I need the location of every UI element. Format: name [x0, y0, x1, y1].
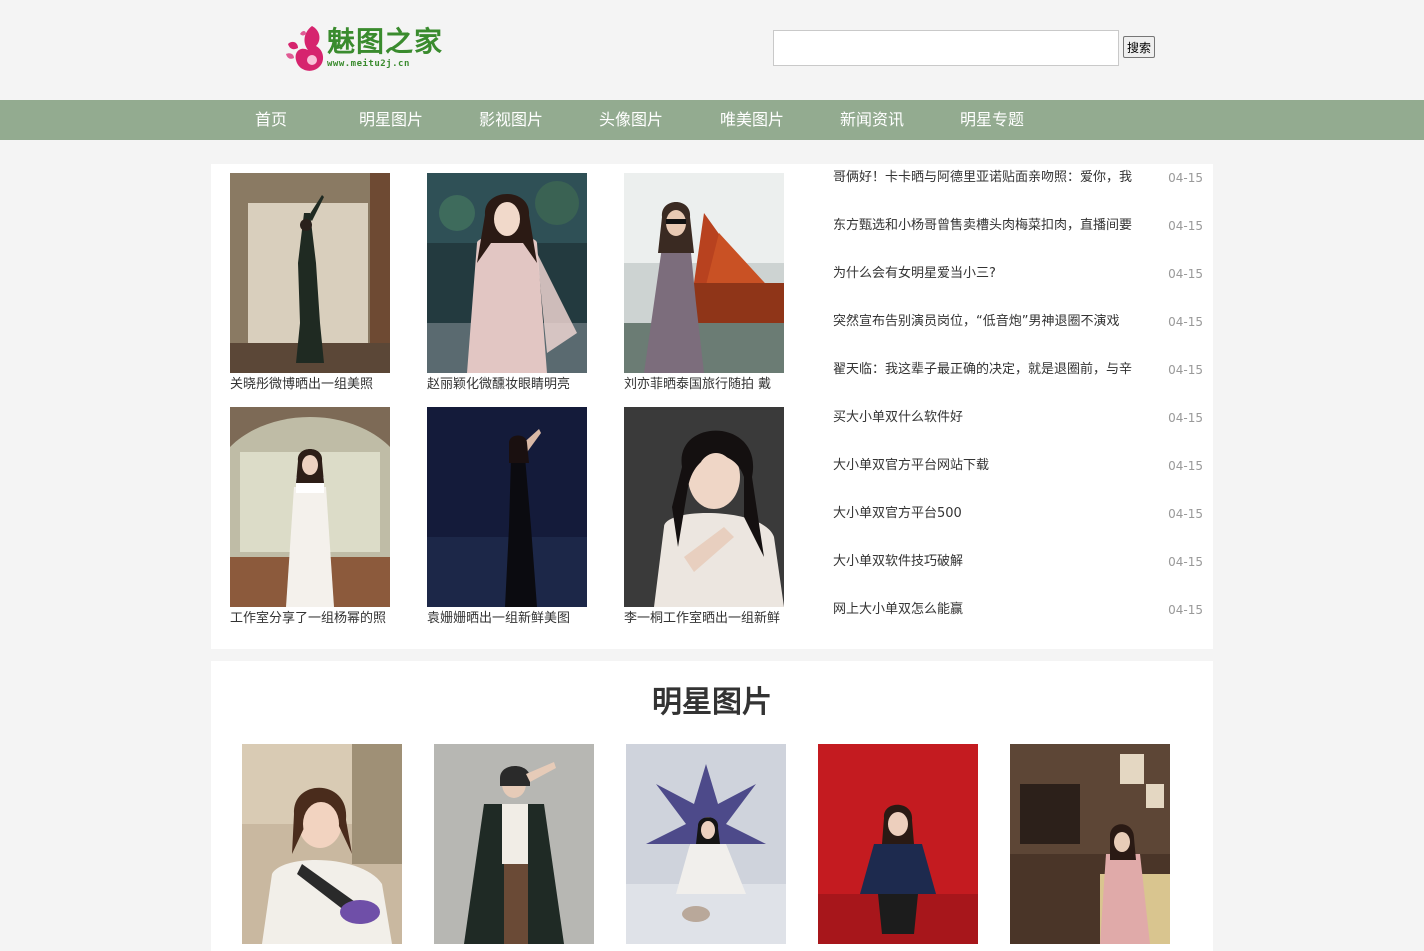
gallery-photo[interactable] — [434, 744, 594, 944]
nav-item-home[interactable]: 首页 — [255, 100, 287, 140]
news-item[interactable]: 大小单双官方平台网站下载 04-15 — [833, 452, 1203, 480]
featured-photo[interactable] — [624, 173, 784, 373]
nav-item-film-photos[interactable]: 影视图片 — [479, 100, 543, 140]
news-item[interactable]: 为什么会有女明星爱当小三? 04-15 — [833, 260, 1203, 288]
news-title[interactable]: 为什么会有女明星爱当小三? — [833, 260, 1156, 288]
news-item[interactable]: 买大小单双什么软件好 04-15 — [833, 404, 1203, 432]
featured-caption[interactable]: 袁姗姗晒出一组新鲜美图 — [427, 610, 597, 628]
news-item[interactable]: 网上大小单双怎么能赢 04-15 — [833, 596, 1203, 624]
featured-caption[interactable]: 刘亦菲晒泰国旅行随拍 戴 — [624, 376, 794, 394]
news-title[interactable]: 买大小单双什么软件好 — [833, 404, 1156, 432]
nav-item-star-topics[interactable]: 明星专题 — [960, 100, 1024, 140]
news-date: 04-15 — [1168, 603, 1203, 617]
featured-caption[interactable]: 关晓彤微博晒出一组美照 — [230, 376, 400, 394]
news-item[interactable]: 大小单双官方平台500 04-15 — [833, 500, 1203, 528]
featured-photo[interactable] — [427, 407, 587, 607]
featured-card[interactable]: 工作室分享了一组杨幂的照 — [230, 407, 400, 628]
featured-card[interactable]: 赵丽颖化微醺妆眼睛明亮 — [427, 173, 597, 394]
news-title[interactable]: 翟天临：我这辈子最正确的决定，就是退圈前，与辛 — [833, 356, 1156, 384]
news-item[interactable]: 大小单双软件技巧破解 04-15 — [833, 548, 1203, 576]
news-title[interactable]: 哥俩好！卡卡晒与阿德里亚诺贴面亲吻照：爱你，我 — [833, 164, 1156, 192]
nav-item-avatar-photos[interactable]: 头像图片 — [599, 100, 663, 140]
nav-item-star-photos[interactable]: 明星图片 — [359, 100, 423, 140]
featured-card[interactable]: 刘亦菲晒泰国旅行随拍 戴 — [624, 173, 794, 394]
news-date: 04-15 — [1168, 315, 1203, 329]
news-date: 04-15 — [1168, 459, 1203, 473]
news-title[interactable]: 突然宣布告别演员岗位，“低音炮”男神退圈不演戏 — [833, 308, 1156, 336]
featured-card[interactable]: 袁姗姗晒出一组新鲜美图 — [427, 407, 597, 628]
news-title[interactable]: 东方甄选和小杨哥曾售卖槽头肉梅菜扣肉，直播间要 — [833, 212, 1156, 240]
featured-card[interactable]: 关晓彤微博晒出一组美照 — [230, 173, 400, 394]
gallery-photo[interactable] — [1010, 744, 1170, 944]
news-item[interactable]: 东方甄选和小杨哥曾售卖槽头肉梅菜扣肉，直播间要 04-15 — [833, 212, 1203, 240]
gallery-photo[interactable] — [242, 744, 402, 944]
news-date: 04-15 — [1168, 555, 1203, 569]
news-date: 04-15 — [1168, 363, 1203, 377]
featured-panel: 关晓彤微博晒出一组美照 赵丽颖化微醺妆眼睛明亮 刘亦菲晒泰国旅行随拍 戴 工作室… — [211, 164, 1213, 649]
news-date: 04-15 — [1168, 219, 1203, 233]
logo-url: www.meitu2j.cn — [327, 59, 410, 69]
news-title[interactable]: 大小单双官方平台网站下载 — [833, 452, 1156, 480]
featured-photo[interactable] — [230, 173, 390, 373]
news-title[interactable]: 大小单双官方平台500 — [833, 500, 1156, 528]
gallery-photo[interactable] — [626, 744, 786, 944]
main-nav: 首页 明星图片 影视图片 头像图片 唯美图片 新闻资讯 明星专题 — [0, 100, 1424, 140]
featured-photo[interactable] — [427, 173, 587, 373]
news-date: 04-15 — [1168, 507, 1203, 521]
featured-photo[interactable] — [624, 407, 784, 607]
logo-flower-icon — [286, 26, 324, 71]
search-button[interactable]: 搜索 — [1123, 36, 1155, 58]
news-title[interactable]: 大小单双软件技巧破解 — [833, 548, 1156, 576]
logo-text: 魅图之家 www.meitu2j.cn — [327, 25, 444, 70]
site-logo[interactable]: 魅图之家 www.meitu2j.cn — [282, 22, 462, 78]
nav-item-aesthetic-photos[interactable]: 唯美图片 — [720, 100, 784, 140]
news-item[interactable]: 哥俩好！卡卡晒与阿德里亚诺贴面亲吻照：爱你，我 04-15 — [833, 164, 1203, 192]
news-item[interactable]: 突然宣布告别演员岗位，“低音炮”男神退圈不演戏 04-15 — [833, 308, 1203, 336]
featured-caption[interactable]: 工作室分享了一组杨幂的照 — [230, 610, 400, 628]
featured-caption[interactable]: 李一桐工作室晒出一组新鲜 — [624, 610, 794, 628]
section-title: 明星图片 — [652, 685, 772, 720]
featured-caption[interactable]: 赵丽颖化微醺妆眼睛明亮 — [427, 376, 597, 394]
news-date: 04-15 — [1168, 171, 1203, 185]
featured-card[interactable]: 李一桐工作室晒出一组新鲜 — [624, 407, 794, 628]
featured-photo[interactable] — [230, 407, 390, 607]
news-item[interactable]: 翟天临：我这辈子最正确的决定，就是退圈前，与辛 04-15 — [833, 356, 1203, 384]
gallery-photo[interactable] — [818, 744, 978, 944]
logo-title: 魅图之家 — [327, 25, 444, 58]
header: 魅图之家 www.meitu2j.cn 搜索 — [0, 0, 1424, 100]
nav-item-news[interactable]: 新闻资讯 — [840, 100, 904, 140]
news-title[interactable]: 网上大小单双怎么能赢 — [833, 596, 1156, 624]
news-date: 04-15 — [1168, 267, 1203, 281]
news-date: 04-15 — [1168, 411, 1203, 425]
star-photos-section: 明星图片 — [211, 661, 1213, 951]
search-input[interactable] — [773, 30, 1119, 66]
